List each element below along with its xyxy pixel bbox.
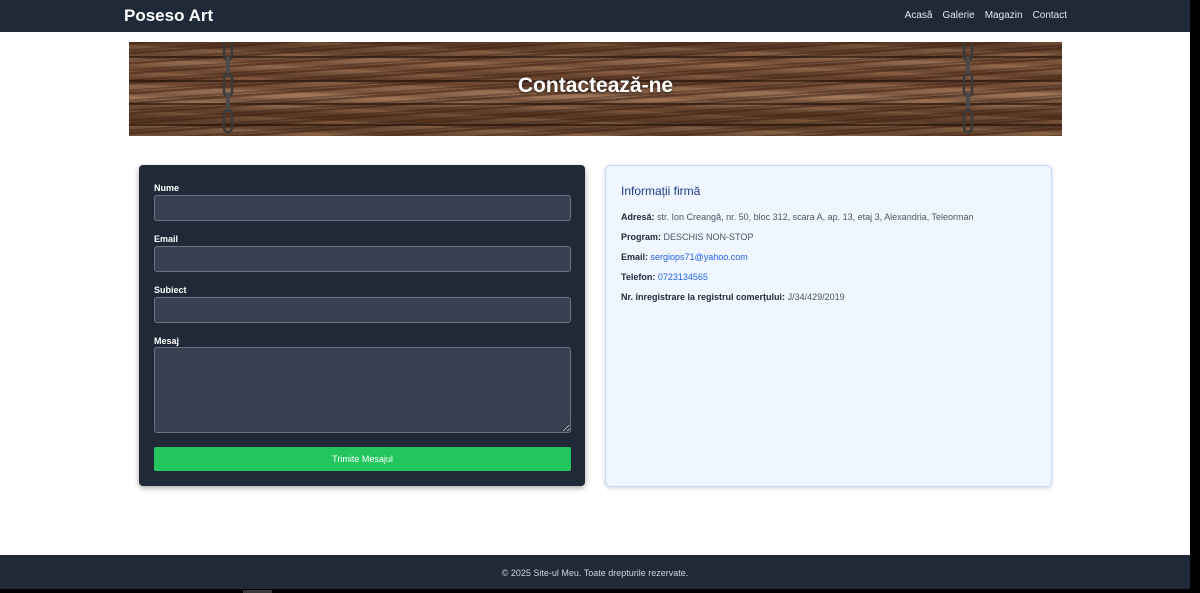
- program-value: DESCHIS NON-STOP: [663, 232, 754, 242]
- page: Poseso Art Acasă Galerie Magazin Contact…: [0, 0, 1190, 589]
- footer: © 2025 Site-ul Meu. Toate drepturile rez…: [0, 555, 1190, 589]
- nav-link-galerie[interactable]: Galerie: [942, 9, 974, 22]
- email-input[interactable]: [154, 246, 571, 272]
- email-row: Email: sergiops71@yahoo.com: [621, 251, 748, 263]
- company-info-card: Informații firmă Adresă: str. Ion Creang…: [605, 165, 1052, 487]
- name-input[interactable]: [154, 195, 571, 221]
- contact-form: Nume Email Subiect Mesaj Trimite Mesajul: [139, 165, 585, 486]
- program-row: Program: DESCHIS NON-STOP: [621, 231, 753, 243]
- phone-row: Telefon: 0723134565: [621, 271, 708, 283]
- navbar: Poseso Art Acasă Galerie Magazin Contact: [0, 0, 1190, 32]
- footer-copyright: © 2025 Site-ul Meu. Toate drepturile rez…: [501, 568, 689, 578]
- hero-plank-divider: [129, 56, 1062, 58]
- nav-link-acasa[interactable]: Acasă: [905, 9, 933, 22]
- email-label: Email: [154, 234, 179, 244]
- nav-link-contact[interactable]: Contact: [1033, 9, 1067, 22]
- phone-label: Telefon:: [621, 272, 656, 282]
- nav-links: Acasă Galerie Magazin Contact: [905, 9, 1067, 22]
- program-label: Program:: [621, 232, 662, 242]
- message-textarea[interactable]: [154, 347, 571, 433]
- hero-plank-divider: [129, 124, 1062, 126]
- nav-link-magazin[interactable]: Magazin: [985, 9, 1023, 22]
- address-row: Adresă: str. Ion Creangă, nr. 50, bloc 3…: [621, 211, 974, 223]
- submit-button[interactable]: Trimite Mesajul: [154, 447, 571, 471]
- registry-value: J/34/429/2019: [787, 292, 845, 302]
- address-value: str. Ion Creangă, nr. 50, bloc 312, scar…: [657, 212, 974, 222]
- page-title: Contactează-ne: [517, 74, 674, 97]
- registry-row: Nr. înregistrare la registrul comerțului…: [621, 291, 845, 303]
- email-link[interactable]: sergiops71@yahoo.com: [651, 252, 748, 262]
- hero-banner: Contactează-ne: [129, 42, 1062, 136]
- address-label: Adresă:: [621, 212, 655, 222]
- name-label: Nume: [154, 183, 180, 193]
- subject-input[interactable]: [154, 297, 571, 323]
- brand-logo[interactable]: Poseso Art: [124, 6, 213, 26]
- subject-label: Subiect: [154, 285, 187, 295]
- registry-label: Nr. înregistrare la registrul comerțului…: [621, 292, 786, 302]
- hero-plank-divider: [129, 103, 1062, 105]
- message-label: Mesaj: [154, 336, 180, 346]
- email-info-label: Email:: [621, 252, 649, 262]
- phone-link[interactable]: 0723134565: [658, 272, 708, 282]
- company-info-title: Informații firmă: [621, 184, 701, 198]
